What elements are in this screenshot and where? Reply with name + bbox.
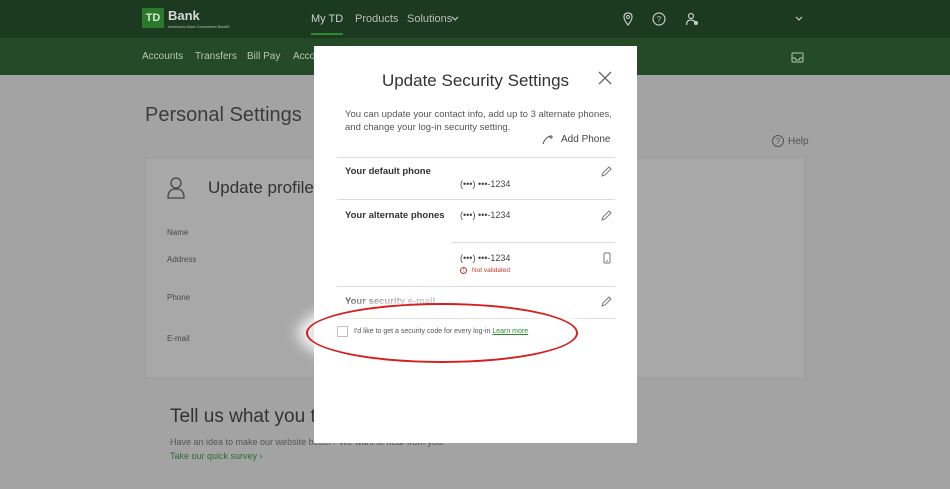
add-phone-label: Add Phone: [561, 134, 611, 145]
edit-alternate-phone-icon[interactable]: [601, 210, 612, 221]
chevron-down-icon: [451, 16, 459, 21]
nav-solutions[interactable]: Solutions: [407, 13, 452, 25]
bank-tagline: America's Most Convenient Bank®: [168, 24, 230, 29]
add-phone-icon: [542, 135, 553, 145]
location-icon[interactable]: [621, 12, 635, 26]
help-icon[interactable]: ?: [652, 12, 666, 26]
subnav-bill-pay[interactable]: Bill Pay: [247, 51, 280, 62]
survey-link[interactable]: Take our quick survey ›: [170, 451, 263, 461]
modal-description: You can update your contact info, add up…: [345, 109, 612, 133]
alternate-phone-2: (•••) •••-1234: [460, 253, 511, 263]
subnav-accounts[interactable]: Accounts: [142, 51, 183, 62]
help-circle-icon: ?: [772, 135, 784, 147]
edit-security-email-icon[interactable]: [601, 296, 612, 307]
update-profile-heading: Update profile: [208, 178, 314, 197]
account-chevron-down-icon[interactable]: [794, 14, 804, 24]
inbox-icon[interactable]: [791, 52, 804, 63]
help-label: Help: [788, 136, 809, 147]
alternate-phone-1: (•••) •••-1234: [460, 210, 511, 220]
svg-text:?: ?: [657, 15, 662, 24]
security-settings-modal: Update Security Settings You can update …: [314, 46, 637, 443]
label-email: E-mail: [167, 334, 190, 343]
nav-products[interactable]: Products: [355, 13, 398, 25]
highlight-circle-annotation: [306, 303, 578, 363]
edit-default-phone-icon[interactable]: [601, 166, 612, 177]
label-name: Name: [167, 228, 189, 237]
help-link[interactable]: ? Help: [772, 135, 809, 147]
td-logo[interactable]: TD: [142, 8, 164, 28]
user-icon[interactable]: [685, 12, 699, 26]
divider: [337, 157, 615, 158]
not-validated-warning: ! Not validated: [460, 267, 510, 274]
subnav-accounts-more[interactable]: Acco: [293, 51, 315, 62]
label-address: Address: [167, 255, 197, 264]
not-validated-text: Not validated: [472, 267, 510, 274]
warning-icon: !: [460, 267, 467, 274]
page-title: Personal Settings: [145, 104, 302, 126]
modal-title: Update Security Settings: [381, 71, 570, 90]
profile-person-icon: [167, 177, 185, 199]
alternate-phones-label: Your alternate phones: [345, 210, 445, 221]
divider: [452, 242, 615, 243]
bank-name: Bank: [168, 8, 200, 23]
top-nav-bar: TD Bank America's Most Convenient Bank® …: [0, 0, 950, 38]
nav-my-td[interactable]: My TD: [311, 13, 344, 35]
label-phone: Phone: [167, 293, 191, 302]
default-phone-value: (•••) •••-1234: [460, 179, 511, 189]
subnav-transfers[interactable]: Transfers: [195, 51, 237, 62]
close-icon[interactable]: [598, 71, 612, 85]
feedback-heading: Tell us what you t: [170, 406, 316, 427]
default-phone-label: Your default phone: [345, 166, 431, 177]
mobile-phone-icon[interactable]: [603, 252, 611, 264]
divider: [337, 286, 615, 287]
divider: [337, 199, 615, 200]
